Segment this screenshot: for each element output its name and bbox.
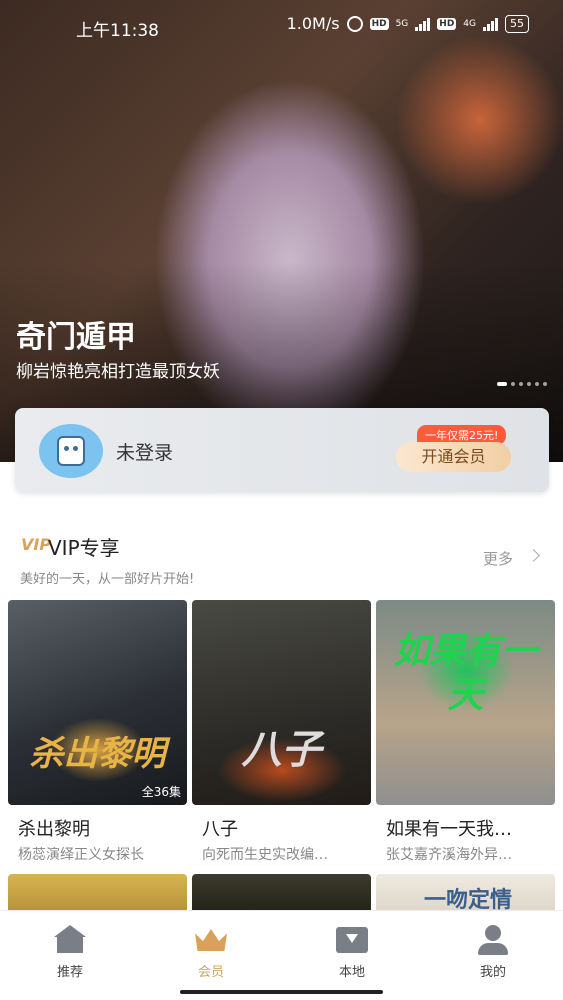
home-indicator[interactable] bbox=[180, 990, 383, 994]
nav-item-local[interactable]: 本地 bbox=[307, 925, 397, 980]
video-title[interactable]: 如果有一天我… bbox=[376, 815, 555, 841]
signal-icon bbox=[483, 17, 498, 31]
episode-count: 全36集 bbox=[141, 785, 181, 799]
avatar[interactable] bbox=[39, 424, 103, 478]
chevron-right-icon[interactable] bbox=[527, 549, 540, 562]
nav-label: 本地 bbox=[338, 965, 365, 980]
network-type: 5G bbox=[395, 18, 409, 29]
video-poster[interactable]: 如果有一天 bbox=[376, 600, 555, 805]
carousel-dot bbox=[519, 382, 523, 386]
video-card[interactable]: 八子 八子 向死而生史实改编… bbox=[192, 600, 371, 864]
video-card[interactable]: 杀出黎明 全36集 杀出黎明 杨蕊演绎正义女探长 bbox=[8, 600, 187, 864]
nav-item-recommend[interactable]: 推荐 bbox=[25, 925, 115, 980]
login-card[interactable]: 未登录 一年仅需25元! 开通会员 bbox=[15, 408, 549, 492]
login-status[interactable]: 未登录 bbox=[116, 438, 173, 465]
bottom-nav: 推荐 会员 本地 我的 bbox=[0, 910, 563, 1000]
video-title[interactable]: 杀出黎明 bbox=[8, 815, 187, 841]
crown-icon bbox=[193, 925, 229, 955]
status-bar: 上午11:38 1.0M/s HD 5G HD 4G 55 bbox=[0, 0, 563, 52]
poster-title-art: 八子 bbox=[241, 727, 322, 773]
nav-item-vip[interactable]: 会员 bbox=[166, 925, 256, 980]
video-description: 张艾嘉齐溪海外异… bbox=[386, 847, 512, 863]
carousel-dot bbox=[543, 382, 547, 386]
section-subtitle: 美好的一天，从一部好片开始! bbox=[20, 572, 195, 587]
open-vip-button[interactable]: 开通会员 bbox=[396, 442, 511, 472]
signal-icon bbox=[415, 17, 431, 31]
section-title: VIP专享 bbox=[48, 536, 120, 560]
alarm-icon bbox=[346, 15, 363, 32]
video-description: 杨蕊演绎正义女探长 bbox=[18, 847, 144, 863]
battery-icon: 55 bbox=[505, 14, 529, 33]
status-right: 1.0M/s HD 5G HD 4G 55 bbox=[287, 14, 529, 33]
hd-badge: HD bbox=[437, 17, 457, 30]
user-icon bbox=[475, 925, 511, 955]
download-box-icon bbox=[334, 925, 370, 955]
banner-subtitle: 柳岩惊艳亮相打造最顶女妖 bbox=[16, 362, 220, 382]
nav-label: 我的 bbox=[479, 965, 506, 980]
carousel-dot bbox=[535, 382, 539, 386]
video-description: 向死而生史实改编… bbox=[202, 847, 328, 863]
more-link[interactable]: 更多 bbox=[483, 548, 513, 569]
carousel-dot bbox=[527, 382, 531, 386]
nav-item-mine[interactable]: 我的 bbox=[448, 925, 538, 980]
hero-banner[interactable]: 奇门遁甲 柳岩惊艳亮相打造最顶女妖 bbox=[0, 0, 563, 462]
network-type: 4G bbox=[463, 18, 476, 29]
banner-title: 奇门遁甲 bbox=[16, 320, 136, 355]
vip-icon: VIP bbox=[21, 535, 52, 554]
video-title[interactable]: 八子 bbox=[192, 815, 371, 841]
carousel-indicator bbox=[497, 382, 547, 386]
carousel-dot bbox=[511, 382, 515, 386]
carousel-dot bbox=[497, 382, 507, 386]
network-speed: 1.0M/s bbox=[286, 14, 340, 33]
video-poster[interactable]: 杀出黎明 全36集 bbox=[8, 600, 187, 805]
status-time: 上午11:38 bbox=[76, 21, 159, 41]
poster-title-art: 杀出黎明 bbox=[29, 734, 166, 774]
nav-label: 推荐 bbox=[56, 965, 83, 980]
poster-title-art: 如果有一天 bbox=[393, 631, 538, 716]
nav-label: 会员 bbox=[197, 965, 224, 980]
robot-face-icon bbox=[57, 436, 85, 466]
hd-badge: HD bbox=[369, 17, 389, 30]
video-card[interactable]: 如果有一天 如果有一天我… 张艾嘉齐溪海外异… bbox=[376, 600, 555, 864]
video-poster[interactable]: 八子 bbox=[192, 600, 371, 805]
home-icon bbox=[52, 925, 88, 955]
